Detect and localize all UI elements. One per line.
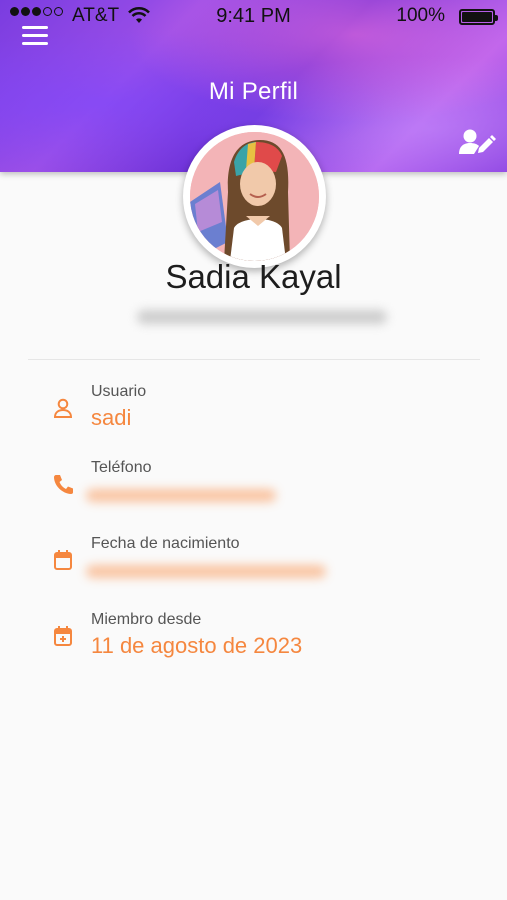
profile-name: Sadia Kayal <box>165 258 342 295</box>
field-value: 11 de agosto de 2023 <box>91 633 303 658</box>
calendar-add-icon <box>54 626 72 646</box>
field-value: sadi <box>91 405 132 430</box>
field-label: Miembro desde <box>91 611 202 628</box>
field-label: Usuario <box>91 383 147 400</box>
redacted-phone <box>86 489 276 502</box>
hamburger-menu-icon[interactable] <box>22 26 48 46</box>
redacted-birthdate <box>86 565 326 578</box>
profile-photo <box>190 132 319 261</box>
edit-profile-icon[interactable] <box>458 128 496 156</box>
status-bar: AT&T 9:41 PM 100% <box>0 0 507 32</box>
field-label: Teléfono <box>91 459 152 476</box>
person-icon <box>53 398 73 418</box>
page-title: Mi Perfil <box>208 78 299 105</box>
field-nacimiento: Fecha de nacimiento <box>0 535 507 605</box>
field-telefono: Teléfono <box>0 459 507 529</box>
divider <box>28 359 480 360</box>
battery-percentage: 100% <box>396 5 445 26</box>
battery-icon <box>459 9 498 25</box>
field-miembro: Miembro desde 11 de agosto de 2023 <box>0 611 507 681</box>
redacted-email <box>137 310 387 324</box>
calendar-icon <box>54 550 72 570</box>
field-label: Fecha de nacimiento <box>91 535 240 552</box>
phone-icon <box>54 475 73 494</box>
avatar[interactable] <box>183 125 326 268</box>
field-usuario: Usuario sadi <box>0 383 507 453</box>
